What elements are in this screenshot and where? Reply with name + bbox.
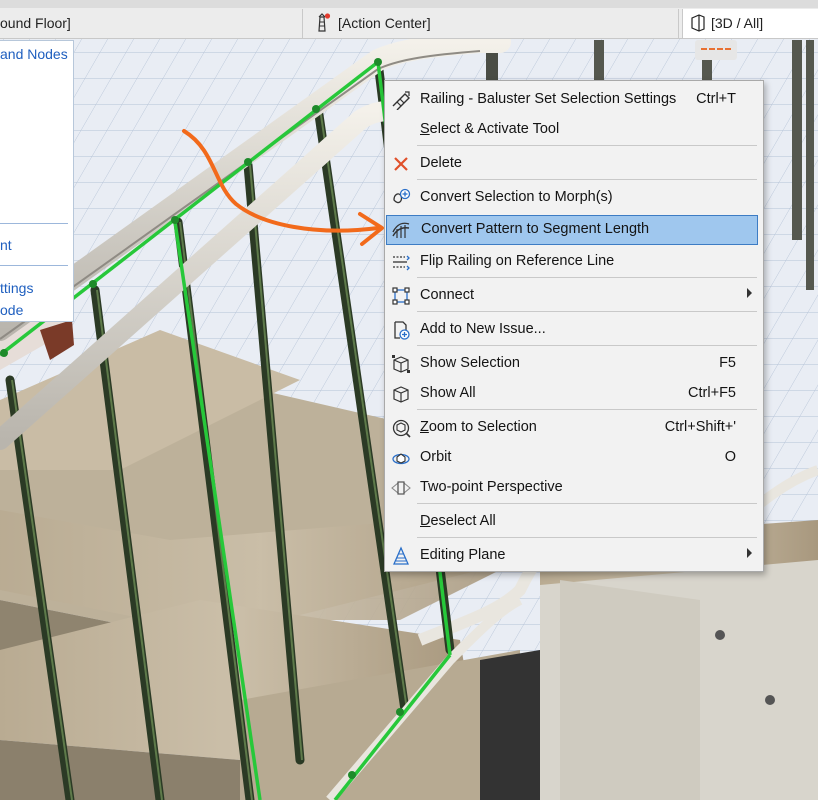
menu-item-two-point-perspective[interactable]: Two-point Perspective: [386, 473, 758, 503]
show-selection-icon: [392, 355, 410, 373]
menu-label: Railing - Baluster Set Selection Setting…: [420, 91, 677, 107]
menu-mnemonic: D: [420, 513, 431, 529]
menu-label: Add to New Issue...: [420, 321, 546, 337]
menu-separator: [417, 179, 757, 180]
view-tab-bar: ound Floor] [Action Center] [3D / All]: [0, 0, 818, 39]
lighthouse-icon: [318, 13, 331, 32]
menu-separator: [417, 503, 757, 504]
menu-item-railing-settings[interactable]: Railing - Baluster Set Selection Setting…: [386, 85, 758, 115]
menu-item-show-all[interactable]: Show All Ctrl+F5: [386, 379, 758, 409]
menu-label: Orbit: [420, 449, 452, 465]
menu-shortcut: Ctrl+Shift+': [664, 419, 736, 435]
menu-separator: [417, 277, 757, 278]
add-issue-icon: [394, 321, 410, 340]
tab-3d-all-label: [3D / All]: [711, 15, 764, 31]
left-panel-divider: [0, 265, 68, 266]
menu-item-show-selection[interactable]: Show Selection F5: [386, 349, 758, 379]
menu-separator: [417, 145, 757, 146]
tabbar-top-strip: [0, 0, 818, 8]
menu-label: Show All: [420, 385, 476, 401]
left-panel-item-mode[interactable]: ode: [0, 302, 23, 318]
left-panel-divider: [0, 223, 68, 224]
menu-label-rest: elect & Activate Tool: [429, 121, 560, 137]
menu-label-rest: eselect All: [430, 513, 496, 529]
two-point-perspective-icon: [391, 481, 411, 495]
menu-item-orbit[interactable]: Orbit O: [386, 443, 758, 473]
tab-ground-floor[interactable]: ound Floor]: [0, 9, 303, 38]
menu-separator: [417, 537, 757, 538]
menu-item-flip-railing[interactable]: Flip Railing on Reference Line: [386, 247, 758, 277]
pattern-segment-icon: [392, 222, 410, 238]
tab-action-center-label: [Action Center]: [338, 15, 431, 31]
menu-label: Zoom to Selection: [420, 419, 537, 435]
tab-3d-all[interactable]: [3D / All]: [682, 9, 818, 38]
left-panel-item-settings[interactable]: ttings: [0, 280, 33, 296]
menu-label: Flip Railing on Reference Line: [420, 253, 615, 269]
menu-label: Delete: [420, 155, 462, 171]
zoom-selection-icon: [392, 419, 411, 438]
menu-shortcut: Ctrl+T: [696, 91, 736, 107]
menu-item-deselect-all[interactable]: Deselect All: [386, 507, 758, 537]
menu-shortcut: Ctrl+F5: [688, 385, 736, 401]
editing-plane-icon: [393, 546, 409, 565]
menu-label: Two-point Perspective: [420, 479, 563, 495]
morph-convert-icon: [393, 188, 411, 204]
menu-label-rest: oom to Selection: [428, 419, 537, 435]
menu-label: Connect: [420, 287, 475, 303]
menu-item-zoom-to-selection[interactable]: Zoom to Selection Ctrl+Shift+': [386, 413, 758, 443]
context-menu: Railing - Baluster Set Selection Setting…: [384, 80, 764, 572]
menu-item-connect[interactable]: Connect: [386, 281, 758, 311]
dashed-line-indicator: [701, 48, 731, 50]
flip-railing-icon: [393, 255, 410, 271]
railing-settings-icon: [392, 91, 410, 110]
3d-window-icon: [691, 14, 705, 32]
menu-label: Convert Pattern to Segment Length: [421, 221, 650, 237]
left-panel-item-2[interactable]: nt: [0, 237, 12, 253]
menu-mnemonic: S: [420, 121, 430, 137]
menu-label: Convert Selection to Morph(s): [420, 189, 613, 205]
menu-separator: [417, 311, 757, 312]
menu-item-editing-plane[interactable]: Editing Plane: [386, 541, 758, 571]
menu-shortcut: O: [724, 449, 736, 465]
menu-shortcut: F5: [719, 355, 736, 371]
menu-label: Show Selection: [420, 355, 520, 371]
menu-separator: [417, 345, 757, 346]
left-options-panel: and Nodes nt ttings ode: [0, 40, 74, 322]
menu-label: Deselect All: [420, 513, 496, 529]
menu-separator: [417, 409, 757, 410]
show-all-icon: [393, 386, 409, 403]
menu-item-delete[interactable]: Delete: [386, 149, 758, 179]
connect-icon: [392, 287, 410, 305]
left-panel-item-nodes[interactable]: and Nodes: [0, 46, 68, 62]
orbit-icon: [392, 453, 410, 465]
tab-ground-floor-label: ound Floor]: [0, 15, 71, 31]
menu-label: Select & Activate Tool: [420, 121, 559, 137]
tab-action-center[interactable]: [Action Center]: [304, 9, 679, 38]
menu-item-add-new-issue[interactable]: Add to New Issue...: [386, 315, 758, 345]
view-navigator-mini[interactable]: [695, 40, 737, 60]
menu-label: Editing Plane: [420, 547, 506, 563]
delete-x-icon: [394, 157, 408, 171]
submenu-arrow-icon: [747, 548, 752, 558]
menu-item-select-activate-tool[interactable]: Select & Activate Tool: [386, 115, 758, 145]
submenu-arrow-icon: [747, 288, 752, 298]
menu-item-convert-pattern-segment[interactable]: Convert Pattern to Segment Length: [386, 215, 758, 245]
menu-mnemonic: Z: [420, 419, 429, 435]
menu-item-convert-to-morph[interactable]: Convert Selection to Morph(s): [386, 183, 758, 213]
